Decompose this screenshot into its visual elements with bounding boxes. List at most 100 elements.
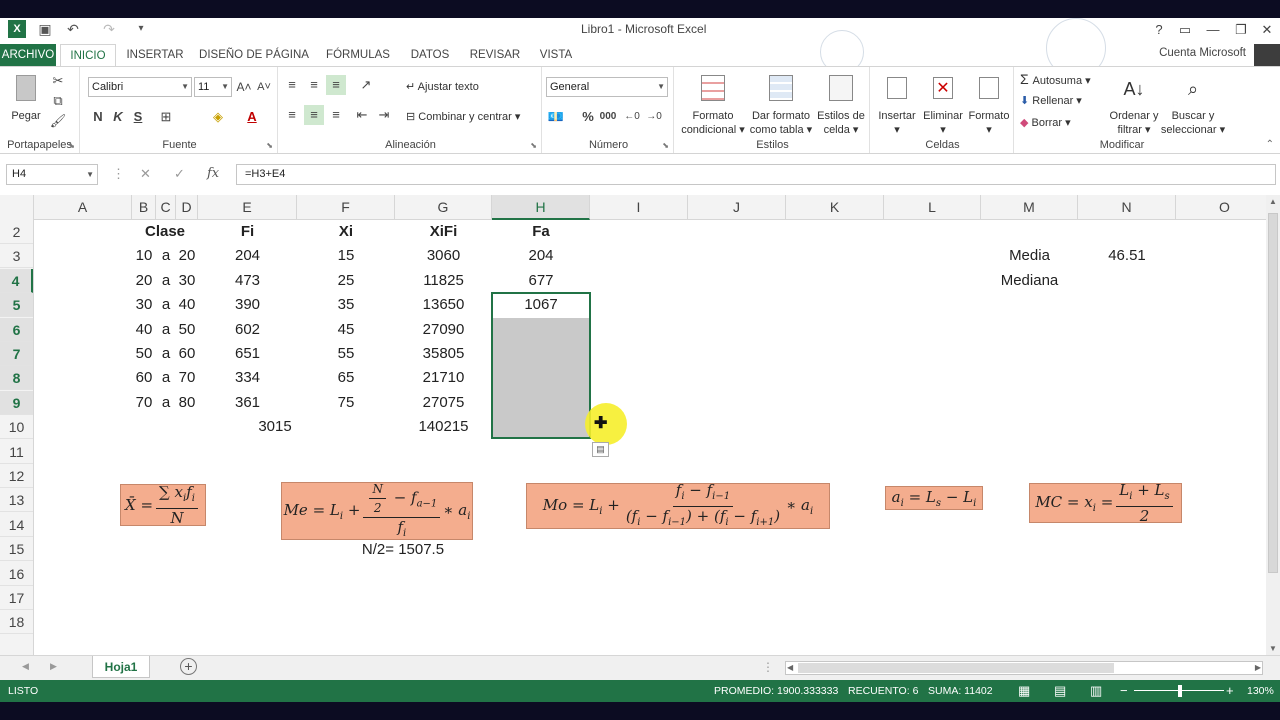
scroll-down-icon[interactable]: ▼ xyxy=(1269,644,1277,653)
cell-class-lower[interactable]: 20 xyxy=(132,269,156,293)
cell-media-value[interactable]: 46.51 xyxy=(1078,244,1176,268)
zoom-out-icon[interactable]: − xyxy=(1120,680,1128,702)
font-color-icon[interactable]: A xyxy=(242,107,262,127)
decrease-decimal-icon[interactable]: →0 xyxy=(644,107,664,127)
cell-class-lower[interactable]: 50 xyxy=(132,342,156,366)
customize-qat-icon[interactable]: ▾ xyxy=(132,20,150,38)
column-header-n[interactable]: N xyxy=(1078,195,1176,220)
avatar[interactable] xyxy=(1254,44,1280,66)
column-header-i[interactable]: I xyxy=(590,195,688,220)
help-button[interactable]: ? xyxy=(1146,18,1172,42)
column-header-d[interactable]: D xyxy=(176,195,198,220)
row-header-10[interactable]: 10 xyxy=(0,415,33,440)
cell-xifi[interactable]: 3060 xyxy=(395,244,492,268)
column-header-c[interactable]: C xyxy=(156,195,176,220)
column-header-g[interactable]: G xyxy=(395,195,492,220)
find-select-button[interactable]: ⌕ Buscar y seleccionar ▾ xyxy=(1160,73,1226,137)
tab-formulas[interactable]: FÓRMULAS xyxy=(320,44,396,66)
increase-decimal-icon[interactable]: ←0 xyxy=(622,107,642,127)
tab-archivo[interactable]: ARCHIVO xyxy=(0,44,56,66)
column-header-k[interactable]: K xyxy=(786,195,884,220)
insert-function-button[interactable]: fx xyxy=(207,166,219,181)
cell-xifi[interactable]: 27090 xyxy=(395,318,492,342)
status-sum[interactable]: SUMA: 11402 xyxy=(928,680,993,702)
cell-media-label[interactable]: Media xyxy=(981,244,1078,268)
row-header-13[interactable]: 13 xyxy=(0,488,33,513)
cell-class-upper[interactable]: 60 xyxy=(176,342,198,366)
merge-center-button[interactable]: ⊟ Combinar y centrar ▾ xyxy=(406,111,520,124)
row-header-11[interactable]: 11 xyxy=(0,440,33,464)
tab-insertar[interactable]: INSERTAR xyxy=(122,44,188,66)
align-middle-icon[interactable]: ≡ xyxy=(304,75,324,95)
row-header-9[interactable]: 9 xyxy=(0,390,33,415)
name-box[interactable]: H4 ▼ xyxy=(6,164,98,185)
italic-button[interactable]: K xyxy=(108,107,128,127)
column-header-l[interactable]: L xyxy=(884,195,981,220)
dialog-launcher-icon[interactable]: ⬊ xyxy=(530,141,537,150)
enter-icon[interactable]: ✓ xyxy=(174,166,185,182)
zoom-level[interactable]: 130% xyxy=(1247,680,1274,702)
percent-button[interactable]: % xyxy=(578,107,598,127)
cell-mediana-label[interactable]: Mediana xyxy=(981,269,1078,293)
cell-total-fi[interactable]: 3015 xyxy=(226,415,324,439)
currency-icon[interactable]: 💶 xyxy=(546,107,566,127)
cell-xifi[interactable]: 35805 xyxy=(395,342,492,366)
cell-styles-button[interactable]: Estilos de celda ▾ xyxy=(814,73,868,137)
bold-button[interactable]: N xyxy=(88,107,108,127)
cut-icon[interactable]: ✂ xyxy=(48,71,68,91)
cell-class-lower[interactable]: 60 xyxy=(132,366,156,390)
cell-class-separator[interactable]: a xyxy=(156,269,176,293)
row-header-15[interactable]: 15 xyxy=(0,537,33,562)
format-cells-button[interactable]: Formato ▾ xyxy=(966,73,1012,137)
save-icon[interactable]: ▣ xyxy=(36,20,54,38)
header-xi[interactable]: Xi xyxy=(297,220,395,244)
align-center-icon[interactable]: ≡ xyxy=(304,105,324,125)
cell-xifi[interactable]: 27075 xyxy=(395,391,492,415)
tab-inicio[interactable]: INICIO xyxy=(60,44,116,67)
column-header-a[interactable]: A xyxy=(34,195,132,220)
scroll-left-icon[interactable]: ◀ xyxy=(787,662,793,674)
cell-fi[interactable]: 361 xyxy=(198,391,297,415)
font-size-select[interactable]: 11 ▼ xyxy=(194,77,232,97)
scroll-up-icon[interactable]: ▲ xyxy=(1269,197,1277,206)
cell-class-upper[interactable]: 80 xyxy=(176,391,198,415)
cell-fi[interactable]: 473 xyxy=(198,269,297,293)
shrink-font-icon[interactable]: A˅ xyxy=(254,77,274,97)
row-header-12[interactable]: 12 xyxy=(0,464,33,488)
ribbon-display-icon[interactable]: ▭ xyxy=(1172,18,1198,42)
column-header-b[interactable]: B xyxy=(132,195,156,220)
next-sheet-icon[interactable]: ▶ xyxy=(50,661,57,672)
row-header-2[interactable]: 2 xyxy=(0,220,33,244)
page-break-icon[interactable]: ▥ xyxy=(1090,680,1102,702)
align-bottom-icon[interactable]: ≡ xyxy=(326,75,346,95)
tab-vista[interactable]: VISTA xyxy=(534,44,578,66)
prev-sheet-icon[interactable]: ◀ xyxy=(22,661,29,672)
minimize-icon[interactable]: — xyxy=(1200,18,1226,42)
cell-xifi[interactable]: 13650 xyxy=(395,293,492,317)
cell-xi[interactable]: 75 xyxy=(297,391,395,415)
row-header-14[interactable]: 14 xyxy=(0,513,33,537)
row-header-4[interactable]: 4 xyxy=(0,268,33,293)
column-header-o[interactable]: O xyxy=(1176,195,1266,220)
header-fi[interactable]: Fi xyxy=(198,220,297,244)
grow-font-icon[interactable]: A˄ xyxy=(234,77,254,97)
cell-class-upper[interactable]: 30 xyxy=(176,269,198,293)
row-header-18[interactable]: 18 xyxy=(0,610,33,635)
column-header-f[interactable]: F xyxy=(297,195,395,220)
collapse-ribbon-icon[interactable]: ⌃ xyxy=(1266,139,1274,150)
cell-class-separator[interactable]: a xyxy=(156,366,176,390)
cell-xi[interactable]: 15 xyxy=(297,244,395,268)
cell-class-lower[interactable]: 40 xyxy=(132,318,156,342)
add-sheet-icon[interactable]: + xyxy=(180,658,197,675)
cell-class-upper[interactable]: 50 xyxy=(176,318,198,342)
format-as-table-button[interactable]: Dar formato como tabla ▾ xyxy=(748,73,814,137)
vertical-scroll-thumb[interactable] xyxy=(1268,213,1278,573)
normal-view-icon[interactable]: ▦ xyxy=(1018,680,1030,702)
orientation-icon[interactable]: ↗ xyxy=(356,75,376,95)
thousands-button[interactable]: 000 xyxy=(598,107,618,127)
decrease-indent-icon[interactable]: ⇤ xyxy=(352,105,372,125)
header-xifi[interactable]: XiFi xyxy=(395,220,492,244)
delete-cells-button[interactable]: ✕ Eliminar ▾ xyxy=(920,73,966,137)
cell-xi[interactable]: 35 xyxy=(297,293,395,317)
row-header-7[interactable]: 7 xyxy=(0,342,33,366)
